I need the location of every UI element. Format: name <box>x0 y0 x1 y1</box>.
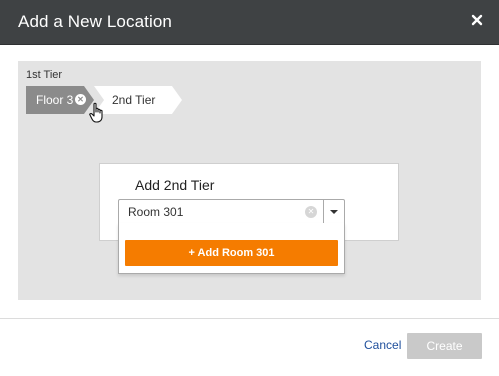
clear-x-icon[interactable]: ✕ <box>305 206 317 218</box>
add-room-button[interactable]: + Add Room 301 <box>125 240 338 266</box>
chevron-down-icon <box>330 210 338 214</box>
footer-divider <box>0 318 499 319</box>
create-button[interactable]: Create <box>407 333 482 359</box>
dialog-title: Add a New Location <box>18 12 172 31</box>
select-value: Room 301 <box>128 205 184 219</box>
breadcrumb-arrow <box>172 86 182 114</box>
card-title: Add 2nd Tier <box>135 177 215 193</box>
hand-cursor-icon <box>89 102 107 124</box>
tier-label: 1st Tier <box>26 69 63 81</box>
breadcrumb-item-label: Floor 3 <box>36 93 74 107</box>
cancel-button[interactable]: Cancel <box>364 338 401 352</box>
add-location-dialog: Add a New Location 1st Tier Floor 3 ✕ 2n… <box>0 0 499 376</box>
close-icon[interactable] <box>471 13 483 26</box>
dropdown-toggle[interactable] <box>324 200 344 224</box>
select-dropdown-menu: + Add Room 301 <box>118 223 345 274</box>
remove-x-icon[interactable]: ✕ <box>75 94 86 105</box>
dialog-header: Add a New Location <box>0 0 499 45</box>
tier-select-input[interactable]: Room 301 ✕ <box>118 199 345 225</box>
breadcrumb-item-label: 2nd Tier <box>112 93 156 107</box>
